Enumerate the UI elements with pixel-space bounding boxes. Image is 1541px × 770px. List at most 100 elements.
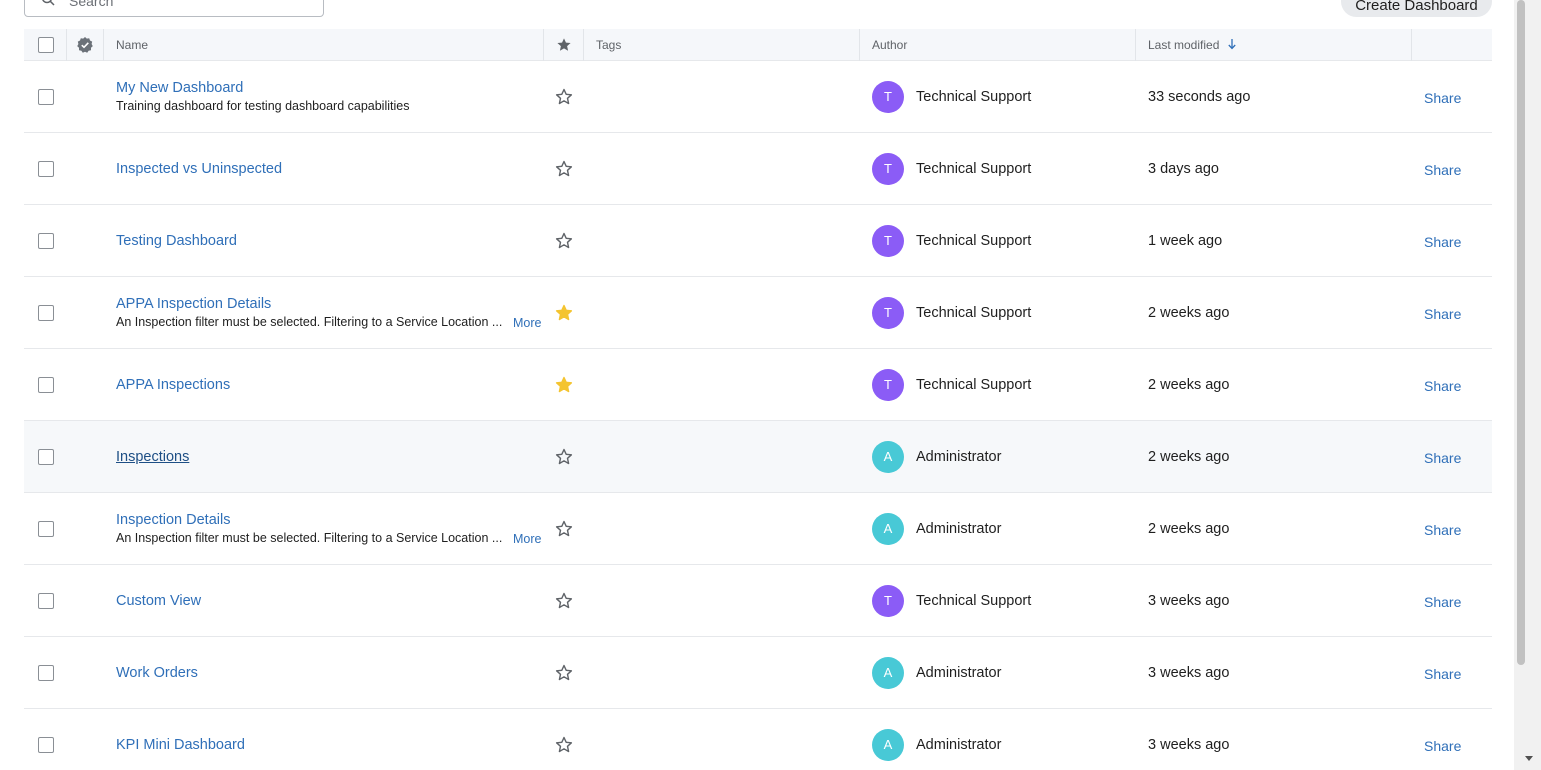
dashboard-name-link[interactable]: KPI Mini Dashboard xyxy=(116,737,546,753)
last-modified-value: 2 weeks ago xyxy=(1148,377,1230,393)
favorite-star-icon[interactable] xyxy=(555,736,573,754)
last-modified-value: 1 week ago xyxy=(1148,233,1223,249)
share-link[interactable]: Share xyxy=(1424,666,1461,682)
author-name: Technical Support xyxy=(916,377,1032,393)
avatar: A xyxy=(872,729,904,761)
name-column-header[interactable]: Name xyxy=(116,29,148,61)
row-checkbox[interactable] xyxy=(38,737,54,753)
dashboard-description: An Inspection filter must be selected. F… xyxy=(116,531,503,545)
dashboard-name-link[interactable]: Inspection Details xyxy=(116,512,546,528)
table-row[interactable]: APPA Inspections T Technical Support 2 w… xyxy=(24,349,1492,421)
share-link[interactable]: Share xyxy=(1424,378,1461,394)
favorite-star-icon[interactable] xyxy=(555,160,573,178)
scrollbar-thumb[interactable] xyxy=(1517,0,1525,665)
author-name: Administrator xyxy=(916,737,1002,753)
row-checkbox[interactable] xyxy=(38,593,54,609)
favorite-star-icon[interactable] xyxy=(555,88,573,106)
last-modified-value: 2 weeks ago xyxy=(1148,521,1230,537)
table-row[interactable]: My New Dashboard Training dashboard for … xyxy=(24,61,1492,133)
author-name: Technical Support xyxy=(916,161,1032,177)
dashboard-name-cell: My New Dashboard Training dashboard for … xyxy=(116,80,546,114)
favorite-star-icon[interactable] xyxy=(555,376,573,394)
search-icon xyxy=(42,0,55,6)
select-all-checkbox[interactable] xyxy=(38,37,54,53)
dashboard-name-cell: Custom View xyxy=(116,593,546,609)
favorite-star-icon[interactable] xyxy=(555,592,573,610)
share-link[interactable]: Share xyxy=(1424,738,1461,754)
row-checkbox[interactable] xyxy=(38,305,54,321)
last-modified-value: 3 weeks ago xyxy=(1148,593,1230,609)
star-column-icon[interactable] xyxy=(556,37,572,53)
dashboard-name-link[interactable]: APPA Inspections xyxy=(116,377,546,393)
author-name: Technical Support xyxy=(916,305,1032,321)
dashboard-name-cell: Inspection Details An Inspection filter … xyxy=(116,512,546,546)
author-column-header[interactable]: Author xyxy=(872,29,907,61)
tags-column-header[interactable]: Tags xyxy=(596,29,621,61)
share-link[interactable]: Share xyxy=(1424,450,1461,466)
favorite-star-icon[interactable] xyxy=(555,448,573,466)
dashboard-description: An Inspection filter must be selected. F… xyxy=(116,315,503,329)
dashboard-name-cell: Testing Dashboard xyxy=(116,233,546,249)
dashboard-name-link[interactable]: Testing Dashboard xyxy=(116,233,546,249)
favorite-star-icon[interactable] xyxy=(555,304,573,322)
avatar: A xyxy=(872,441,904,473)
scroll-down-arrow-icon[interactable] xyxy=(1525,756,1533,761)
share-link[interactable]: Share xyxy=(1424,234,1461,250)
last-modified-value: 2 weeks ago xyxy=(1148,449,1230,465)
last-modified-value: 3 weeks ago xyxy=(1148,737,1230,753)
table-row[interactable]: Inspected vs Uninspected T Technical Sup… xyxy=(24,133,1492,205)
favorite-star-icon[interactable] xyxy=(555,664,573,682)
avatar: T xyxy=(872,369,904,401)
table-row[interactable]: Inspections A Administrator 2 weeks ago … xyxy=(24,421,1492,493)
table-row[interactable]: Testing Dashboard T Technical Support 1 … xyxy=(24,205,1492,277)
dashboard-name-cell: Work Orders xyxy=(116,665,546,681)
share-link[interactable]: Share xyxy=(1424,522,1461,538)
last-modified-column-header[interactable]: Last modified xyxy=(1148,29,1237,61)
more-link[interactable]: More xyxy=(513,532,541,546)
search-box[interactable] xyxy=(24,0,324,17)
search-input[interactable] xyxy=(69,0,309,12)
create-dashboard-button[interactable]: Create Dashboard xyxy=(1341,0,1492,17)
last-modified-value: 33 seconds ago xyxy=(1148,89,1251,105)
verified-icon[interactable] xyxy=(76,36,94,54)
sort-descending-icon xyxy=(1228,39,1236,50)
author-name: Administrator xyxy=(916,449,1002,465)
share-link[interactable]: Share xyxy=(1424,306,1461,322)
row-checkbox[interactable] xyxy=(38,161,54,177)
favorite-star-icon[interactable] xyxy=(555,520,573,538)
dashboard-name-cell: Inspected vs Uninspected xyxy=(116,161,546,177)
share-link[interactable]: Share xyxy=(1424,594,1461,610)
row-checkbox[interactable] xyxy=(38,377,54,393)
table-row[interactable]: Custom View T Technical Support 3 weeks … xyxy=(24,565,1492,637)
row-checkbox[interactable] xyxy=(38,89,54,105)
dashboards-table: Name Tags Author Last modified My New Da… xyxy=(24,29,1492,770)
row-checkbox[interactable] xyxy=(38,521,54,537)
dashboard-name-link[interactable]: My New Dashboard xyxy=(116,80,546,96)
last-modified-value: 2 weeks ago xyxy=(1148,305,1230,321)
table-header: Name Tags Author Last modified xyxy=(24,29,1492,61)
table-row[interactable]: Work Orders A Administrator 3 weeks ago … xyxy=(24,637,1492,709)
dashboard-name-link[interactable]: Inspected vs Uninspected xyxy=(116,161,546,177)
author-name: Technical Support xyxy=(916,233,1032,249)
dashboard-name-link[interactable]: Custom View xyxy=(116,593,546,609)
row-checkbox[interactable] xyxy=(38,233,54,249)
dashboard-name-link[interactable]: Inspections xyxy=(116,449,546,465)
table-row[interactable]: APPA Inspection Details An Inspection fi… xyxy=(24,277,1492,349)
table-body: My New Dashboard Training dashboard for … xyxy=(24,61,1492,770)
table-row[interactable]: Inspection Details An Inspection filter … xyxy=(24,493,1492,565)
avatar: T xyxy=(872,225,904,257)
row-checkbox[interactable] xyxy=(38,449,54,465)
favorite-star-icon[interactable] xyxy=(555,232,573,250)
share-link[interactable]: Share xyxy=(1424,90,1461,106)
dashboard-name-link[interactable]: Work Orders xyxy=(116,665,546,681)
more-link[interactable]: More xyxy=(513,316,541,330)
share-link[interactable]: Share xyxy=(1424,162,1461,178)
row-checkbox[interactable] xyxy=(38,665,54,681)
table-row[interactable]: KPI Mini Dashboard A Administrator 3 wee… xyxy=(24,709,1492,770)
avatar: T xyxy=(872,81,904,113)
author-name: Administrator xyxy=(916,665,1002,681)
author-name: Administrator xyxy=(916,521,1002,537)
avatar: A xyxy=(872,513,904,545)
author-name: Technical Support xyxy=(916,89,1032,105)
dashboard-name-link[interactable]: APPA Inspection Details xyxy=(116,296,546,312)
